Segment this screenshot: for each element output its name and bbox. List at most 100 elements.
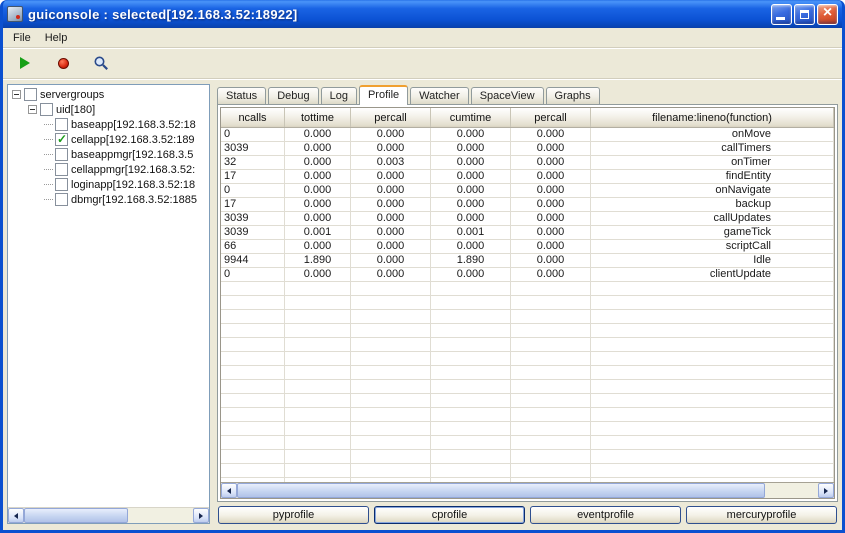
profile-row[interactable]: 00.0000.0000.0000.000onNavigate: [221, 184, 834, 198]
profile-row[interactable]: 170.0000.0000.0000.000findEntity: [221, 170, 834, 184]
checkbox[interactable]: [55, 163, 68, 176]
zoom-button[interactable]: [89, 51, 113, 75]
title-bar[interactable]: guiconsole : selected[192.168.3.52:18922…: [3, 0, 842, 28]
grid-body: 00.0000.0000.0000.000onMove30390.0000.00…: [221, 128, 834, 482]
scroll-left-button[interactable]: [8, 508, 24, 523]
column-header-cumtime[interactable]: cumtime: [431, 108, 511, 127]
cell: [351, 422, 431, 435]
tree-item-uid[interactable]: uid[180]: [10, 102, 209, 117]
tree-item-label[interactable]: uid[180]: [56, 104, 95, 116]
mercuryprofile-button[interactable]: mercuryprofile: [686, 506, 837, 524]
cell: 0.003: [351, 156, 431, 169]
scroll-right-button[interactable]: [193, 508, 209, 523]
tree-item-label[interactable]: cellappmgr[192.168.3.52:: [71, 164, 195, 176]
tree-item-baseapp[interactable]: baseapp[192.168.3.52:18: [10, 117, 209, 132]
cell: [591, 436, 834, 449]
tree-item-servergroups[interactable]: servergroups: [10, 87, 209, 102]
checkbox[interactable]: [40, 103, 53, 116]
profile-row[interactable]: 320.0000.0030.0000.000onTimer: [221, 156, 834, 170]
tab-profile[interactable]: Profile: [359, 85, 408, 105]
scroll-left-button[interactable]: [221, 483, 237, 498]
empty-row: [221, 408, 834, 422]
column-header-filename[interactable]: filename:lineno(function): [591, 108, 834, 127]
column-header-percall-2[interactable]: percall: [511, 108, 591, 127]
column-header-percall[interactable]: percall: [351, 108, 431, 127]
column-header-tottime[interactable]: tottime: [285, 108, 351, 127]
cell: [591, 310, 834, 323]
tree-item-label[interactable]: loginapp[192.168.3.52:18: [71, 179, 195, 191]
start-button[interactable]: [13, 51, 37, 75]
window-body: FileHelp servergroups uid[180] baseapp[192…: [3, 28, 842, 530]
minimize-button[interactable]: [771, 4, 792, 25]
menu-item-help[interactable]: Help: [38, 30, 75, 46]
cell: [221, 394, 285, 407]
cell: [285, 380, 351, 393]
tab-graphs[interactable]: Graphs: [546, 87, 600, 104]
cell: [511, 310, 591, 323]
tree-item-label[interactable]: baseappmgr[192.168.3.5: [71, 149, 193, 161]
profile-row[interactable]: 30390.0000.0000.0000.000callTimers: [221, 142, 834, 156]
checkbox[interactable]: [24, 88, 37, 101]
cell: [285, 450, 351, 463]
cell: 0.000: [351, 212, 431, 225]
column-header-ncalls[interactable]: ncalls: [221, 108, 285, 127]
cell: 0.000: [285, 212, 351, 225]
tree-item-baseappmgr[interactable]: baseappmgr[192.168.3.5: [10, 147, 209, 162]
checkbox[interactable]: [55, 118, 68, 131]
collapse-icon[interactable]: [28, 105, 37, 114]
checkbox[interactable]: [55, 193, 68, 206]
tree-item-cellapp[interactable]: cellapp[192.168.3.52:189: [10, 132, 209, 147]
close-button[interactable]: [817, 4, 838, 25]
profile-row[interactable]: 00.0000.0000.0000.000clientUpdate: [221, 268, 834, 282]
checkbox[interactable]: [55, 133, 68, 146]
empty-row: [221, 338, 834, 352]
cprofile-button[interactable]: cprofile: [374, 506, 525, 524]
grid-hscrollbar: [221, 482, 834, 498]
scroll-right-button[interactable]: [818, 483, 834, 498]
cell: 17: [221, 170, 285, 183]
cell: 0.000: [351, 254, 431, 267]
menu-item-file[interactable]: File: [6, 30, 38, 46]
cell: [511, 436, 591, 449]
profile-row[interactable]: 30390.0000.0000.0000.000callUpdates: [221, 212, 834, 226]
tree-item-dbmgr[interactable]: dbmgr[192.168.3.52:1885: [10, 192, 209, 207]
empty-row: [221, 422, 834, 436]
tab-spaceview[interactable]: SpaceView: [471, 87, 544, 104]
scrollbar-thumb[interactable]: [237, 483, 765, 498]
cell: [285, 282, 351, 295]
tab-watcher[interactable]: Watcher: [410, 87, 469, 104]
eventprofile-button[interactable]: eventprofile: [530, 506, 681, 524]
cell: clientUpdate: [591, 268, 834, 281]
cell: 0.000: [431, 198, 511, 211]
tree-connector: [44, 169, 53, 170]
scrollbar-track[interactable]: [765, 483, 818, 498]
cell: 0.000: [431, 142, 511, 155]
tree-item-cellappmgr[interactable]: cellappmgr[192.168.3.52:: [10, 162, 209, 177]
cell: [431, 380, 511, 393]
cell: [351, 310, 431, 323]
tree-item-label[interactable]: cellapp[192.168.3.52:189: [71, 134, 195, 146]
tree-item-loginapp[interactable]: loginapp[192.168.3.52:18: [10, 177, 209, 192]
tab-status[interactable]: Status: [217, 87, 266, 104]
profile-row[interactable]: 30390.0010.0000.0010.000gameTick: [221, 226, 834, 240]
checkbox[interactable]: [55, 178, 68, 191]
cell: [285, 464, 351, 477]
tree-item-label[interactable]: dbmgr[192.168.3.52:1885: [71, 194, 197, 206]
collapse-icon[interactable]: [12, 90, 21, 99]
profile-row[interactable]: 00.0000.0000.0000.000onMove: [221, 128, 834, 142]
tab-log[interactable]: Log: [321, 87, 357, 104]
tab-debug[interactable]: Debug: [268, 87, 318, 104]
profile-row[interactable]: 99441.8900.0001.8900.000Idle: [221, 254, 834, 268]
profile-row[interactable]: 170.0000.0000.0000.000backup: [221, 198, 834, 212]
checkbox[interactable]: [55, 148, 68, 161]
stop-button[interactable]: [51, 51, 75, 75]
scrollbar-track[interactable]: [128, 508, 193, 523]
pyprofile-button[interactable]: pyprofile: [218, 506, 369, 524]
profile-row[interactable]: 660.0000.0000.0000.000scriptCall: [221, 240, 834, 254]
cell: [221, 324, 285, 337]
tree-item-label[interactable]: servergroups: [40, 89, 104, 101]
tree-connector: [44, 124, 53, 125]
tree-item-label[interactable]: baseapp[192.168.3.52:18: [71, 119, 196, 131]
scrollbar-thumb[interactable]: [24, 508, 128, 523]
maximize-button[interactable]: [794, 4, 815, 25]
